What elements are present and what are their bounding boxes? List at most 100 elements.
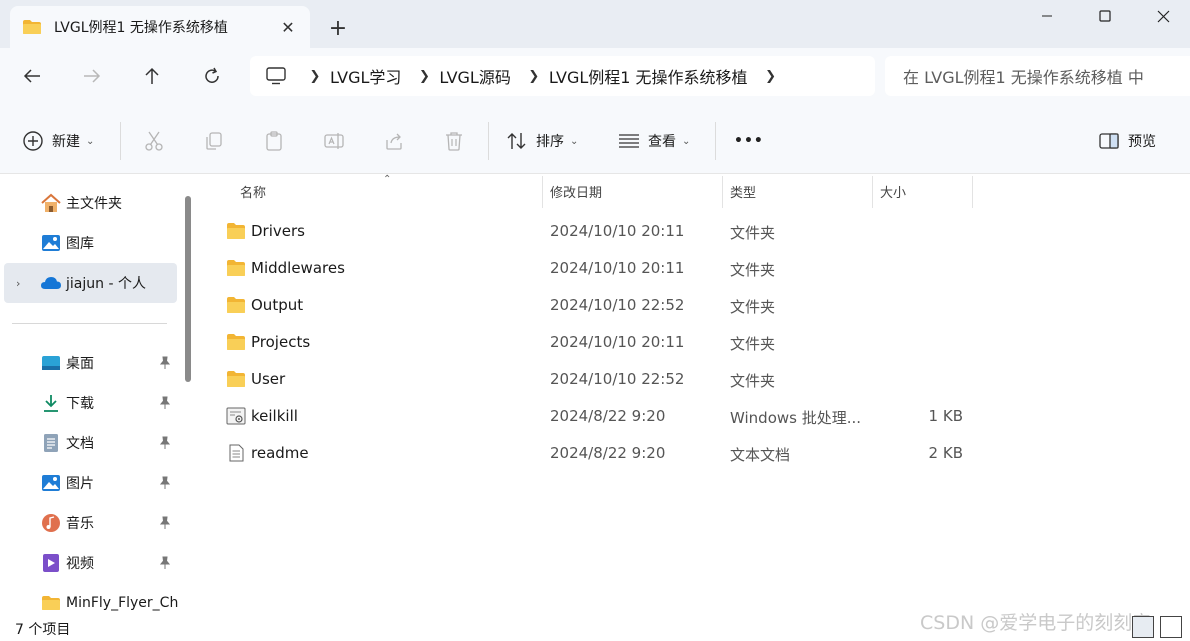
chevron-down-icon: ⌄ (570, 135, 579, 147)
pictures-icon (40, 472, 62, 494)
file-list: ⌃ 名称 修改日期 类型 大小 Drivers 2024/10/10 20:11… (200, 174, 1190, 614)
clipboard-icon (266, 131, 282, 151)
column-divider[interactable] (722, 176, 723, 208)
breadcrumb-item[interactable]: LVGL源码 (439, 64, 510, 88)
watermark: CSDN @爱学电子的刻刻帝 (920, 612, 1152, 634)
sidebar-item-label: jiajun - 个人 (66, 276, 146, 292)
pin-icon[interactable] (158, 556, 172, 570)
table-row[interactable]: Middlewares 2024/10/10 20:11 文件夹 (200, 250, 1190, 287)
copy-button[interactable] (194, 124, 234, 158)
back-arrow-icon (23, 69, 40, 83)
back-button[interactable] (14, 60, 50, 92)
column-header-name[interactable]: 名称 (240, 174, 266, 208)
gallery-icon (40, 232, 62, 254)
pin-icon[interactable] (158, 476, 172, 490)
batch-file-icon (226, 407, 246, 425)
file-name: Middlewares (251, 259, 345, 277)
file-name: Projects (251, 333, 311, 351)
address-bar[interactable]: ❯ LVGL学习 ❯ LVGL源码 ❯ LVGL例程1 无操作系统移植 ❯ (250, 56, 875, 96)
navigation-pane: 主文件夹 图库 › jiajun - 个人 桌面 下载 文档 图片 音乐 视频 … (0, 174, 196, 614)
pin-icon[interactable] (158, 396, 172, 410)
pin-icon[interactable] (158, 436, 172, 450)
title-bar: LVGL例程1 无操作系统移植 ✕ + (0, 0, 1190, 48)
table-row[interactable]: Output 2024/10/10 22:52 文件夹 (200, 287, 1190, 324)
rename-button[interactable] (314, 124, 354, 158)
active-tab[interactable]: LVGL例程1 无操作系统移植 ✕ (10, 6, 310, 48)
file-date: 2024/10/10 22:52 (550, 370, 685, 388)
text-file-icon (229, 444, 244, 462)
file-date: 2024/10/10 20:11 (550, 333, 685, 351)
forward-button[interactable] (74, 60, 110, 92)
table-row[interactable]: keilkill 2024/8/22 9:20 Windows 批处理... 1… (200, 398, 1190, 435)
sidebar-item-pictures[interactable]: 图片 (0, 463, 178, 503)
up-button[interactable] (134, 60, 170, 92)
new-button[interactable]: 新建 ⌄ (22, 124, 94, 158)
this-pc-icon (266, 67, 286, 85)
sidebar-item-documents[interactable]: 文档 (0, 423, 178, 463)
trash-icon (446, 132, 462, 151)
breadcrumb-item[interactable]: LVGL学习 (330, 64, 401, 88)
table-row[interactable]: User 2024/10/10 22:52 文件夹 (200, 361, 1190, 398)
file-type: 文件夹 (730, 261, 776, 279)
column-divider[interactable] (542, 176, 543, 208)
preview-label: 预览 (1128, 134, 1156, 150)
details-view-icon[interactable] (1132, 616, 1154, 638)
file-size: 2 KB (928, 444, 963, 462)
rename-icon (324, 133, 344, 149)
maximize-icon[interactable] (1076, 0, 1134, 32)
new-tab-button[interactable]: + (324, 14, 352, 42)
more-options-button[interactable]: ••• (734, 124, 764, 158)
sidebar-item-label: 音乐 (66, 516, 94, 532)
sidebar-item-home[interactable]: 主文件夹 (0, 183, 178, 223)
cut-button[interactable] (134, 124, 174, 158)
sidebar-item-onedrive[interactable]: › jiajun - 个人 (4, 263, 177, 303)
sidebar-scrollbar[interactable] (185, 196, 191, 382)
view-button[interactable]: 查看 ⌄ (618, 124, 690, 158)
preview-pane-icon (1099, 133, 1119, 149)
column-header-type[interactable]: 类型 (730, 174, 756, 208)
sidebar-item-videos[interactable]: 视频 (0, 543, 178, 583)
pin-icon[interactable] (158, 516, 172, 530)
chevron-right-icon[interactable]: › (16, 277, 20, 290)
sort-button[interactable]: 排序 ⌄ (506, 124, 578, 158)
folder-icon (227, 334, 245, 350)
breadcrumb-chevron-icon[interactable]: ❯ (756, 69, 786, 84)
sidebar-item-gallery[interactable]: 图库 (0, 223, 178, 263)
table-row[interactable]: readme 2024/8/22 9:20 文本文档 2 KB (200, 435, 1190, 472)
folder-icon (227, 223, 245, 239)
minimize-icon[interactable] (1018, 0, 1076, 32)
toolbar-divider (120, 122, 121, 160)
preview-pane-button[interactable]: 预览 (1098, 124, 1156, 158)
chevron-down-icon: ⌄ (682, 135, 691, 147)
refresh-button[interactable] (194, 60, 230, 92)
share-button[interactable] (374, 124, 414, 158)
close-window-icon[interactable] (1134, 0, 1190, 32)
file-type: 文件夹 (730, 224, 776, 242)
delete-button[interactable] (434, 124, 474, 158)
sidebar-item-downloads[interactable]: 下载 (0, 383, 178, 423)
sidebar-item-label: 图片 (66, 476, 94, 492)
column-header-size[interactable]: 大小 (880, 174, 906, 208)
tiles-view-icon[interactable] (1160, 616, 1182, 638)
document-icon (40, 432, 62, 454)
column-divider[interactable] (972, 176, 973, 208)
table-row[interactable]: Projects 2024/10/10 20:11 文件夹 (200, 324, 1190, 361)
paste-button[interactable] (254, 124, 294, 158)
table-row[interactable]: Drivers 2024/10/10 20:11 文件夹 (200, 213, 1190, 250)
sidebar-item-label: 视频 (66, 556, 94, 572)
file-type: 文本文档 (730, 446, 791, 464)
toolbar-divider (488, 122, 489, 160)
pin-icon[interactable] (158, 356, 172, 370)
column-divider[interactable] (872, 176, 873, 208)
breadcrumb-chevron-icon[interactable]: ❯ (409, 69, 439, 84)
breadcrumb-item[interactable]: LVGL例程1 无操作系统移植 (549, 64, 748, 88)
refresh-icon (205, 67, 219, 83)
breadcrumb-chevron-icon[interactable]: ❯ (300, 69, 330, 84)
video-icon (40, 552, 62, 574)
column-header-date[interactable]: 修改日期 (550, 174, 602, 208)
sidebar-item-desktop[interactable]: 桌面 (0, 343, 178, 383)
search-input[interactable]: 在 LVGL例程1 无操作系统移植 中 (885, 56, 1190, 96)
breadcrumb-chevron-icon[interactable]: ❯ (519, 69, 549, 84)
sidebar-item-music[interactable]: 音乐 (0, 503, 178, 543)
close-tab-icon[interactable]: ✕ (274, 13, 302, 41)
